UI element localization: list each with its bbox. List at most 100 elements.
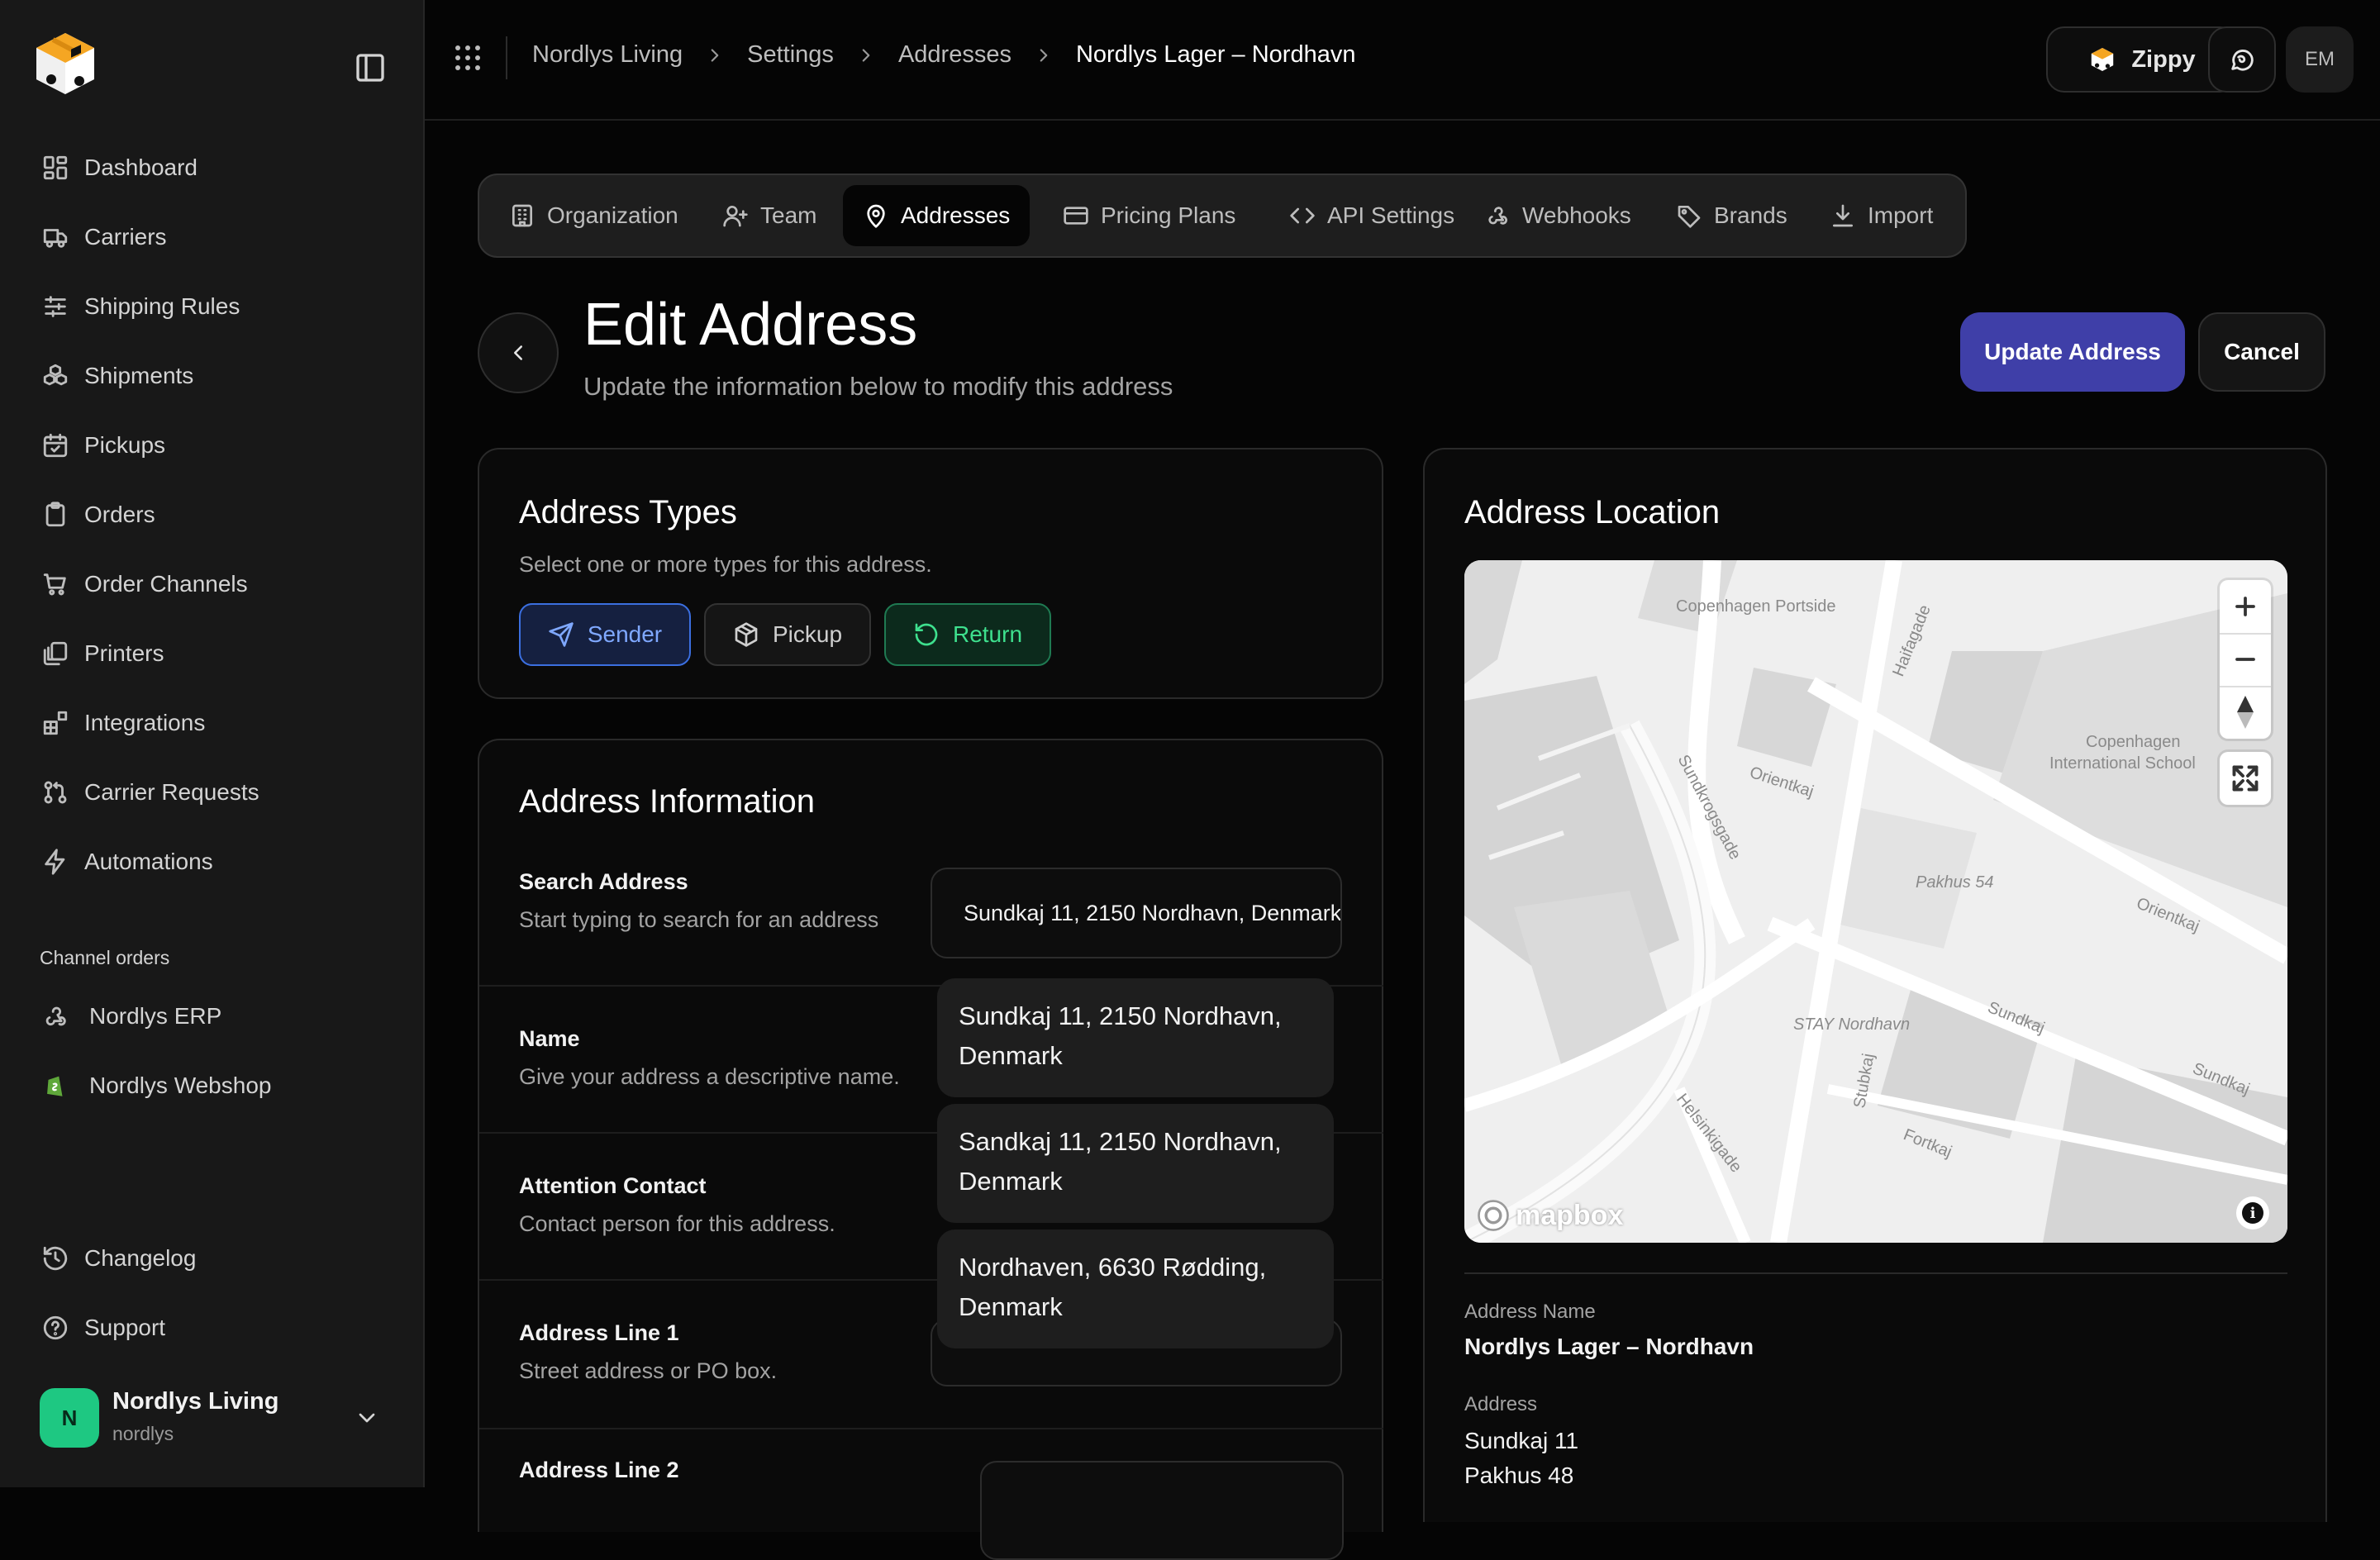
chat-button[interactable] bbox=[2208, 26, 2276, 93]
sidebar-item-order-channels[interactable]: Order Channels bbox=[28, 555, 392, 613]
type-label: Return bbox=[952, 621, 1023, 647]
page-subtitle: Update the information below to modify t… bbox=[583, 372, 1173, 401]
suggestion-item[interactable]: Nordhaven, 6630 Rødding, Denmark bbox=[937, 1229, 1334, 1348]
apps-grid-icon[interactable] bbox=[453, 43, 483, 73]
sidebar-item-label: Printers bbox=[84, 640, 164, 666]
suggestion-item[interactable]: Sundkaj 11, 2150 Nordhavn, Denmark bbox=[937, 978, 1334, 1097]
sidebar-item-support[interactable]: Support bbox=[28, 1299, 392, 1357]
info-icon: i bbox=[2242, 1202, 2263, 1224]
back-button[interactable] bbox=[478, 312, 559, 393]
breadcrumb-item[interactable]: Nordlys Living bbox=[532, 41, 683, 69]
breadcrumb-item[interactable]: Settings bbox=[747, 41, 834, 69]
type-return-toggle[interactable]: Return bbox=[884, 603, 1051, 666]
card-title: Address Information bbox=[519, 783, 815, 820]
topbar: Nordlys Living Settings Addresses Nordly… bbox=[425, 0, 2380, 121]
download-icon bbox=[1833, 204, 1853, 227]
type-sender-toggle[interactable]: Sender bbox=[519, 603, 691, 666]
sidebar-item-automations[interactable]: Automations bbox=[28, 833, 392, 891]
search-address-help: Start typing to search for an address bbox=[519, 907, 879, 932]
sidebar-item-carrier-requests[interactable]: Carrier Requests bbox=[28, 763, 392, 821]
user-avatar[interactable]: EM bbox=[2286, 26, 2354, 93]
search-address-input[interactable]: Sundkaj 11, 2150 Nordhavn, Denmark bbox=[931, 868, 1342, 958]
avatar-initials: EM bbox=[2305, 48, 2335, 70]
channel-section-label: Channel orders bbox=[40, 947, 170, 968]
dashboard-icon bbox=[43, 155, 68, 180]
compass-icon bbox=[2237, 696, 2254, 729]
zoom-out-button[interactable] bbox=[2220, 633, 2271, 687]
cart-icon bbox=[43, 573, 66, 596]
tab-pricing-plans[interactable]: Pricing Plans bbox=[1043, 185, 1255, 246]
divider bbox=[479, 1428, 1383, 1429]
map-attribution-button[interactable]: i bbox=[2236, 1196, 2269, 1229]
type-label: Sender bbox=[587, 621, 663, 647]
tab-organization[interactable]: Organization bbox=[489, 185, 698, 246]
map[interactable]: Copenhagen Portside Haifagade Sundkrogsg… bbox=[1464, 560, 2287, 1243]
sidebar-item-changelog[interactable]: Changelog bbox=[28, 1229, 392, 1287]
zoom-in-button[interactable] bbox=[2220, 580, 2271, 635]
sidebar-channel-nordlys-webshop[interactable]: Nordlys Webshop bbox=[41, 1061, 271, 1111]
tab-import[interactable]: Import bbox=[1810, 185, 1953, 246]
map-label: STAY Nordhavn bbox=[1793, 1015, 1910, 1034]
address-line2-input[interactable] bbox=[980, 1461, 1344, 1560]
sidebar-item-carriers[interactable]: Carriers bbox=[28, 208, 392, 266]
tab-addresses[interactable]: Addresses bbox=[843, 185, 1031, 246]
divider bbox=[506, 36, 507, 79]
sidebar-item-label: Carriers bbox=[84, 224, 167, 250]
cancel-button[interactable]: Cancel bbox=[2198, 312, 2325, 392]
tab-team[interactable]: Team bbox=[702, 185, 836, 246]
minus-icon bbox=[2235, 658, 2255, 661]
credit-card-icon bbox=[1064, 207, 1088, 225]
address-line-value: Pakhus 48 bbox=[1464, 1462, 1574, 1488]
tab-brands[interactable]: Brands bbox=[1656, 185, 1807, 246]
sidebar-toggle-icon[interactable] bbox=[354, 51, 387, 84]
blocks-icon bbox=[43, 711, 68, 735]
sidebar-item-pickups[interactable]: Pickups bbox=[28, 416, 392, 474]
address-line2-label: Address Line 2 bbox=[519, 1458, 679, 1482]
send-icon bbox=[549, 622, 574, 647]
zippy-label: Zippy bbox=[2131, 45, 2196, 73]
address-suggestions-dropdown: Sundkaj 11, 2150 Nordhavn, Denmark Sandk… bbox=[937, 978, 1334, 1367]
zippy-logo-icon[interactable] bbox=[28, 26, 102, 101]
address-line1-label: Address Line 1 bbox=[519, 1320, 679, 1345]
tab-label: Addresses bbox=[901, 202, 1011, 228]
address-line1-help: Street address or PO box. bbox=[519, 1358, 778, 1383]
type-label: Pickup bbox=[772, 621, 843, 647]
type-pickup-toggle[interactable]: Pickup bbox=[704, 603, 871, 666]
git-pull-request-icon bbox=[44, 781, 67, 804]
page-title: Edit Address bbox=[583, 292, 918, 358]
history-icon bbox=[43, 1246, 68, 1271]
chevron-right-icon bbox=[711, 48, 719, 62]
chevron-right-icon bbox=[862, 48, 870, 62]
code-icon bbox=[1290, 207, 1315, 224]
map-canvas: Copenhagen Portside Haifagade Sundkrogsg… bbox=[1464, 560, 2287, 1243]
sidebar-item-dashboard[interactable]: Dashboard bbox=[28, 139, 392, 197]
suggestion-item[interactable]: Sandkaj 11, 2150 Nordhavn, Denmark bbox=[937, 1104, 1334, 1223]
zap-icon bbox=[45, 849, 65, 875]
tab-label: API Settings bbox=[1327, 202, 1455, 228]
address-line-value: Sundkaj 11 bbox=[1464, 1428, 1579, 1453]
map-zoom-controls bbox=[2220, 580, 2271, 739]
sidebar-item-shipments[interactable]: Shipments bbox=[28, 347, 392, 405]
org-name: Nordlys Living bbox=[112, 1388, 279, 1415]
map-pin-icon bbox=[867, 204, 885, 228]
map-label: International School bbox=[2049, 754, 2196, 773]
address-types-card: Address Types Select one or more types f… bbox=[478, 448, 1383, 699]
name-help: Give your address a descriptive name. bbox=[519, 1064, 900, 1089]
update-address-button[interactable]: Update Address bbox=[1960, 312, 2185, 392]
tab-webhooks[interactable]: Webhooks bbox=[1464, 185, 1651, 246]
attention-label: Attention Contact bbox=[519, 1173, 707, 1198]
sidebar-item-shipping-rules[interactable]: Shipping Rules bbox=[28, 278, 392, 335]
reset-north-button[interactable] bbox=[2220, 686, 2271, 739]
mapbox-icon bbox=[1478, 1200, 1509, 1231]
fullscreen-button[interactable] bbox=[2220, 752, 2271, 805]
zippy-logo-icon bbox=[2092, 48, 2114, 71]
breadcrumb-item[interactable]: Addresses bbox=[898, 41, 1011, 69]
org-switcher[interactable]: N Nordlys Living nordlys bbox=[40, 1388, 387, 1448]
sidebar-item-printers[interactable]: Printers bbox=[28, 625, 392, 682]
sidebar-item-orders[interactable]: Orders bbox=[28, 486, 392, 544]
tab-api-settings[interactable]: API Settings bbox=[1269, 185, 1474, 246]
sidebar-channel-nordlys-erp[interactable]: Nordlys ERP bbox=[41, 992, 221, 1041]
sidebar-item-label: Automations bbox=[84, 849, 213, 874]
plus-icon bbox=[2235, 597, 2255, 616]
sidebar-item-integrations[interactable]: Integrations bbox=[28, 694, 392, 752]
